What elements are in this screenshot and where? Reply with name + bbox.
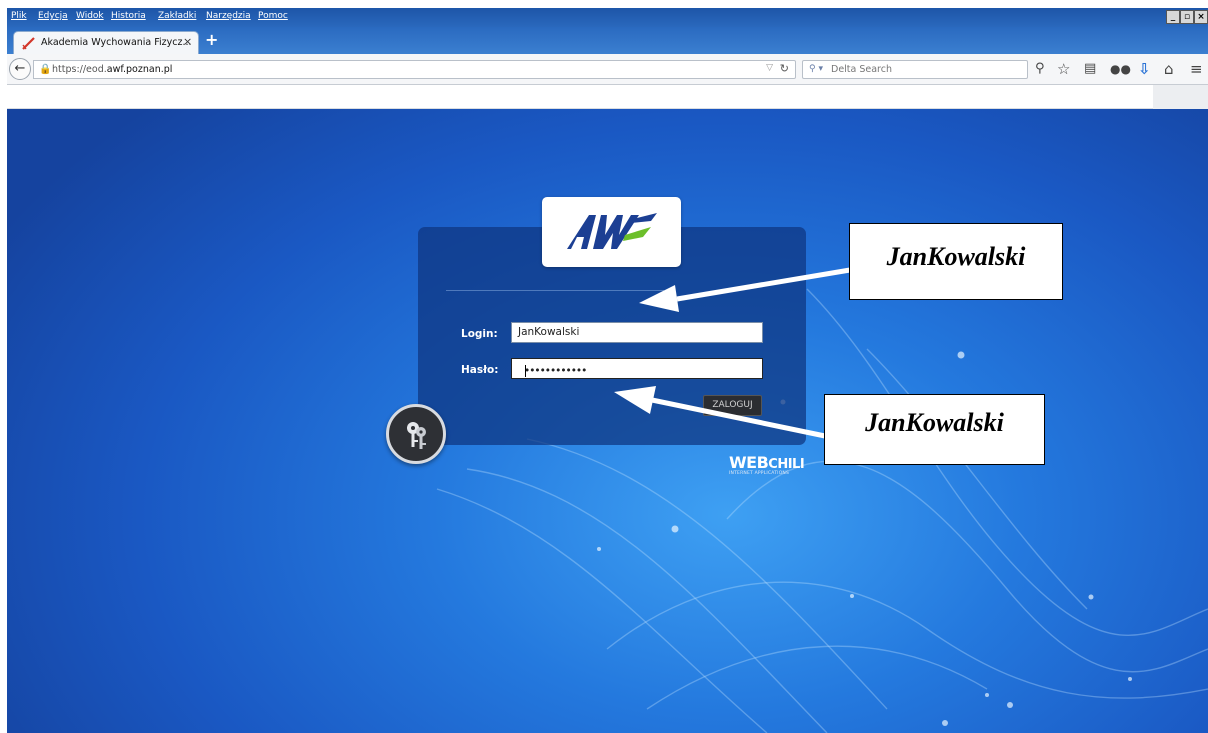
annotation-password-callout: JanKowalski (824, 394, 1045, 465)
annotation-login-callout: JanKowalski (849, 223, 1063, 300)
arrow-to-password-field (614, 386, 826, 439)
arrow-to-login-field (639, 267, 851, 312)
annotation-arrows (614, 267, 851, 439)
browser-window: Plik Edycja Widok Historia Zakładki Narz… (7, 8, 1208, 733)
